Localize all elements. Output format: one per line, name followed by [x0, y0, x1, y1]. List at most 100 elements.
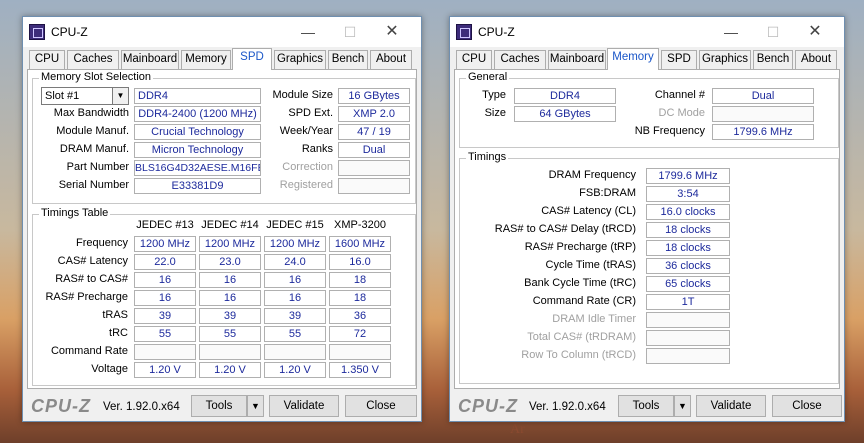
- memory-panel: General Type DDR4 Size 64 GBytes Channel…: [454, 69, 840, 389]
- channel-value: Dual: [712, 88, 814, 104]
- background-text: Ar: [510, 422, 525, 437]
- cas-latency-value: 16.0 clocks: [646, 204, 730, 220]
- serial-number-label: Serial Number: [58, 179, 129, 191]
- close-icon[interactable]: ✕: [794, 17, 836, 47]
- timing-cell: 16: [134, 272, 196, 288]
- validate-button[interactable]: Validate: [269, 395, 339, 417]
- close-icon[interactable]: ✕: [371, 17, 413, 47]
- cpuz-brand-logo: CPU-Z: [31, 396, 91, 416]
- bank-cycle-time-value: 65 clocks: [646, 276, 730, 292]
- timing-cell: 1.20 V: [134, 362, 196, 378]
- timing-cell: 16: [264, 272, 326, 288]
- timing-cell: 36: [329, 308, 391, 324]
- timing-cell: 55: [199, 326, 261, 342]
- column-header: JEDEC #15: [266, 219, 324, 231]
- cpuz-window-spd: CPU-Z — ☐ ✕ CPU Caches Mainboard Memory …: [22, 16, 422, 422]
- ras-precharge-value: 18 clocks: [646, 240, 730, 256]
- timing-cell: 16: [264, 290, 326, 306]
- column-header: JEDEC #13: [136, 219, 194, 231]
- close-button[interactable]: Close: [772, 395, 842, 417]
- timing-cell: 22.0: [134, 254, 196, 270]
- title-bar[interactable]: CPU-Z — ☐ ✕: [450, 17, 844, 47]
- tab-about[interactable]: About: [370, 50, 412, 69]
- dram-frequency-value: 1799.6 MHz: [646, 168, 730, 184]
- timing-cell: 1600 MHz: [329, 236, 391, 252]
- ranks-label: Ranks: [301, 143, 333, 155]
- validate-button[interactable]: Validate: [696, 395, 766, 417]
- tab-graphics[interactable]: Graphics: [699, 50, 751, 69]
- correction-label: Correction: [282, 161, 333, 173]
- tab-bench[interactable]: Bench: [328, 50, 368, 69]
- close-button[interactable]: Close: [345, 395, 417, 417]
- max-bandwidth-label: Max Bandwidth: [53, 107, 129, 119]
- bank-cycle-time-label: Bank Cycle Time (tRC): [524, 277, 636, 289]
- type-value: DDR4: [514, 88, 616, 104]
- tab-bench[interactable]: Bench: [753, 50, 793, 69]
- row-label: RAS# to CAS#: [55, 273, 128, 285]
- timing-cell: 39: [264, 308, 326, 324]
- slot-select[interactable]: Slot #1 ▼: [41, 87, 129, 105]
- timing-cell: 16: [199, 290, 261, 306]
- minimize-icon[interactable]: —: [287, 17, 329, 47]
- tab-memory[interactable]: Memory: [181, 50, 231, 69]
- cpuz-window-memory: CPU-Z — ☐ ✕ CPU Caches Mainboard Memory …: [449, 16, 845, 422]
- timing-cell: 1200 MHz: [264, 236, 326, 252]
- max-bandwidth-value: DDR4-2400 (1200 MHz): [134, 106, 261, 122]
- timing-cell: 18: [329, 272, 391, 288]
- timing-cell: [134, 344, 196, 360]
- total-cas-value: [646, 330, 730, 346]
- week-year-label: Week/Year: [279, 125, 333, 137]
- dram-idle-timer-label: DRAM Idle Timer: [552, 313, 636, 325]
- part-number-value: BLS16G4D32AESE.M16FE: [134, 160, 261, 176]
- timing-cell: 72: [329, 326, 391, 342]
- command-rate-label: Command Rate (CR): [532, 295, 636, 307]
- tab-cpu[interactable]: CPU: [456, 50, 492, 69]
- spd-ext-label: SPD Ext.: [288, 107, 333, 119]
- dram-frequency-label: DRAM Frequency: [548, 169, 636, 181]
- row-label: Frequency: [76, 237, 128, 249]
- row-label: tRAS: [102, 309, 128, 321]
- row-label: tRC: [109, 327, 128, 339]
- timing-cell: 1200 MHz: [199, 236, 261, 252]
- ras-to-cas-label: RAS# to CAS# Delay (tRCD): [494, 223, 636, 235]
- tab-spd[interactable]: SPD: [661, 50, 697, 69]
- module-manuf-label: Module Manuf.: [56, 125, 129, 137]
- title-bar[interactable]: CPU-Z — ☐ ✕: [23, 17, 421, 47]
- tab-caches[interactable]: Caches: [494, 50, 546, 69]
- tools-dropdown-arrow-icon[interactable]: ▼: [674, 395, 691, 417]
- cpuz-app-icon: [29, 24, 45, 40]
- type-label: Type: [482, 89, 506, 101]
- ras-precharge-label: RAS# Precharge (tRP): [524, 241, 636, 253]
- chevron-down-icon[interactable]: ▼: [112, 88, 128, 104]
- tab-spd[interactable]: SPD: [232, 48, 272, 70]
- tools-button[interactable]: Tools: [191, 395, 247, 417]
- memory-type-value: DDR4: [134, 88, 261, 104]
- minimize-icon[interactable]: —: [710, 17, 752, 47]
- maximize-icon: ☐: [766, 24, 780, 40]
- maximize-icon: ☐: [343, 24, 357, 40]
- tab-graphics[interactable]: Graphics: [274, 50, 326, 69]
- tab-about[interactable]: About: [795, 50, 837, 69]
- size-value: 64 GBytes: [514, 106, 616, 122]
- timing-cell: 23.0: [199, 254, 261, 270]
- ranks-value: Dual: [338, 142, 410, 158]
- nb-frequency-value: 1799.6 MHz: [712, 124, 814, 140]
- timing-cell: [329, 344, 391, 360]
- timing-cell: 39: [134, 308, 196, 324]
- tab-memory[interactable]: Memory: [607, 48, 659, 70]
- total-cas-label: Total CAS# (tRDRAM): [527, 331, 636, 343]
- memory-slot-selection-group: Memory Slot Selection Slot #1 ▼ DDR4 Max…: [32, 71, 416, 204]
- dram-manuf-value: Micron Technology: [134, 142, 261, 158]
- timing-cell: 16: [134, 290, 196, 306]
- part-number-label: Part Number: [66, 161, 129, 173]
- tab-mainboard[interactable]: Mainboard: [548, 50, 606, 69]
- version-label: Ver. 1.92.0.x64: [103, 401, 180, 413]
- window-title: CPU-Z: [478, 25, 515, 39]
- cycle-time-label: Cycle Time (tRAS): [545, 259, 636, 271]
- tab-cpu[interactable]: CPU: [29, 50, 65, 69]
- tools-button[interactable]: Tools: [618, 395, 674, 417]
- tab-mainboard[interactable]: Mainboard: [121, 50, 179, 69]
- tab-caches[interactable]: Caches: [67, 50, 119, 69]
- channel-label: Channel #: [654, 89, 705, 101]
- tools-dropdown-arrow-icon[interactable]: ▼: [247, 395, 264, 417]
